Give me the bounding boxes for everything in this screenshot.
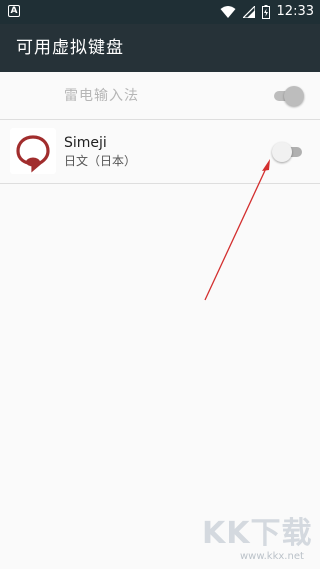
watermark-logo: KK下载 — [202, 516, 313, 551]
wifi-icon — [220, 6, 236, 18]
simeji-toggle-switch[interactable] — [272, 142, 302, 162]
status-bar: A 12:33 — [0, 0, 320, 24]
status-icons: 12:33 — [220, 4, 314, 20]
status-time: 12:33 — [276, 4, 314, 19]
page-title: 可用虚拟键盘 — [16, 38, 124, 58]
watermark: KK下载 www.kkx.net — [200, 515, 318, 567]
keyboard-name: Simeji — [64, 135, 107, 151]
simeji-app-icon — [10, 128, 56, 174]
battery-icon — [261, 5, 270, 19]
switch-thumb — [284, 86, 304, 106]
leidian-toggle-switch[interactable] — [272, 86, 304, 106]
keyboard-language: 日文（日本） — [64, 154, 137, 168]
a-icon: A — [8, 5, 20, 17]
app-bar: 可用虚拟键盘 — [0, 24, 320, 72]
signal-icon — [242, 6, 255, 18]
watermark-url: www.kkx.net — [240, 551, 304, 562]
keyboard-name: 雷电输入法 — [64, 88, 139, 104]
switch-thumb — [272, 142, 292, 162]
